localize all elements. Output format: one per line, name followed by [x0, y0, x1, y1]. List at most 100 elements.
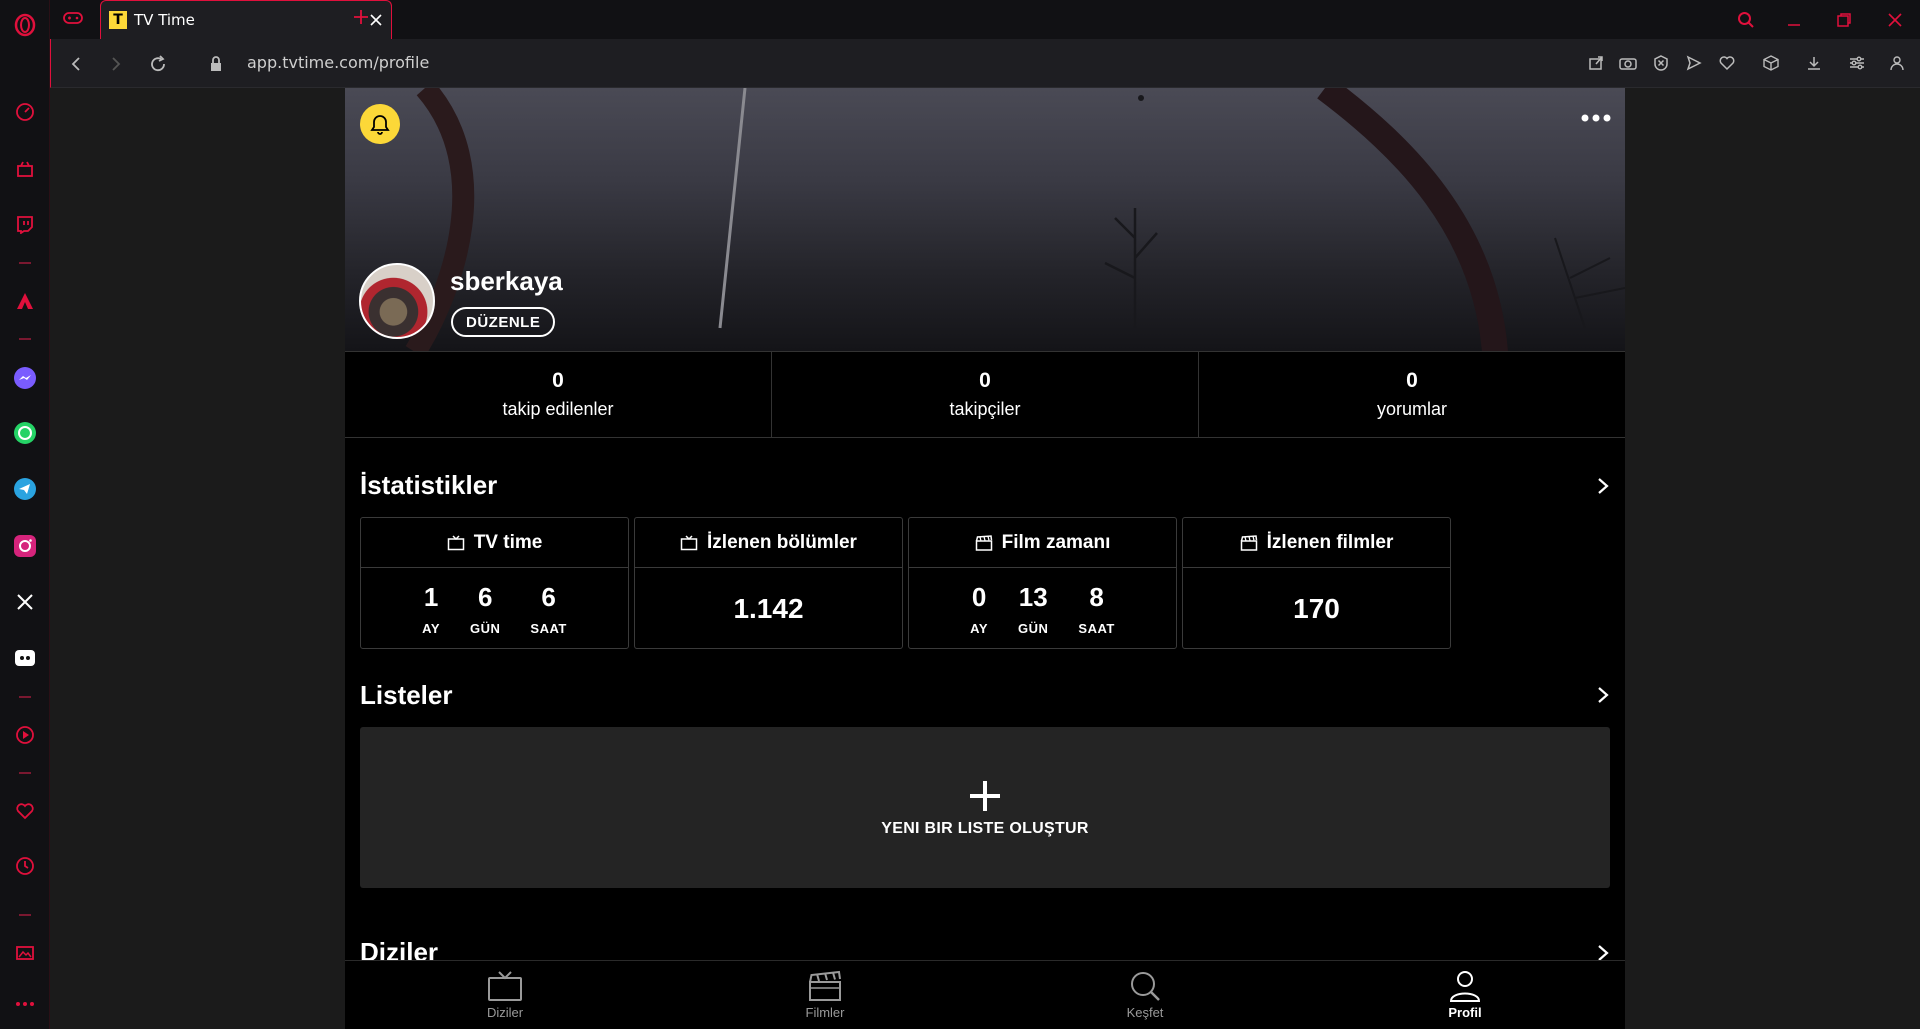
months-label: AY [422, 620, 441, 636]
count-label: takipçiler [949, 399, 1021, 419]
search-tabs-icon[interactable] [1732, 6, 1760, 34]
hours-value: 6 [541, 581, 556, 612]
tv-icon [488, 971, 522, 1001]
nav-profile[interactable]: Profil [1305, 961, 1625, 1029]
instagram-icon[interactable] [12, 533, 38, 559]
nav-label: Filmler [805, 1005, 845, 1020]
easy-setup-icon[interactable] [1845, 51, 1869, 75]
days-label: GÜN [1018, 620, 1049, 636]
more-icon[interactable] [12, 991, 38, 1017]
opera-logo-icon[interactable] [12, 12, 38, 38]
address-bar: app.tvtime.com/profile [50, 39, 1920, 88]
tab-title: TV Time [134, 11, 195, 29]
url-field[interactable]: app.tvtime.com/profile [247, 53, 429, 72]
plus-icon [970, 780, 1000, 811]
comments-count[interactable]: 0 yorumlar [1199, 352, 1625, 437]
tvtime-app: sberkaya DÜZENLE 0 takip edilenler 0 tak… [345, 88, 1625, 1029]
nav-shows[interactable]: Diziler [345, 961, 665, 1029]
heart-icon[interactable] [12, 798, 38, 824]
count-label: yorumlar [1376, 399, 1447, 419]
more-options-icon[interactable] [1579, 108, 1613, 128]
nav-label: Keşfet [1126, 1005, 1164, 1020]
close-window-icon[interactable] [1881, 6, 1909, 34]
stats-chevron-right-icon[interactable] [1593, 476, 1613, 496]
nav-label: Diziler [486, 1005, 524, 1020]
hours-value: 8 [1089, 581, 1104, 612]
notifications-bell-icon[interactable] [360, 104, 400, 144]
adblock-icon[interactable] [1649, 51, 1673, 75]
stat-card-title: Film zamanı [1001, 531, 1111, 553]
camera-icon[interactable] [1616, 51, 1640, 75]
aria-icon[interactable] [12, 288, 38, 314]
account-icon[interactable] [1885, 51, 1909, 75]
telegram-icon[interactable] [12, 476, 38, 502]
back-icon[interactable] [63, 51, 89, 77]
browser-sidebar [0, 0, 50, 1029]
count-label: takip edilenler [502, 399, 614, 419]
stat-card-body: 170 [1183, 568, 1450, 649]
nav-label: Profil [1448, 1005, 1482, 1020]
lock-icon[interactable] [203, 51, 229, 77]
days-value: 6 [477, 581, 493, 612]
bookmark-heart-icon[interactable] [1715, 51, 1739, 75]
stat-card-title: İzlenen filmler [1266, 531, 1394, 553]
speed-dial-icon[interactable] [12, 99, 38, 125]
lists-chevron-right-icon[interactable] [1593, 685, 1613, 705]
films-value: 170 [1293, 592, 1340, 624]
clapperboard-icon [1240, 534, 1257, 551]
months-value: 0 [971, 581, 987, 612]
gallery-icon[interactable] [12, 940, 38, 966]
minimize-icon[interactable] [1780, 6, 1808, 34]
new-tab-icon[interactable] [353, 9, 373, 29]
create-new-list-button[interactable]: YENI BIR LISTE OLUŞTUR [360, 727, 1610, 888]
episodes-value: 1.142 [733, 592, 804, 624]
messenger-icon[interactable] [12, 365, 38, 391]
stat-card-body: 1.142 [635, 568, 902, 649]
send-icon[interactable] [1682, 51, 1706, 75]
lists-section-title[interactable]: Listeler [360, 680, 453, 711]
days-label: GÜN [470, 620, 501, 636]
forward-icon[interactable] [103, 51, 129, 77]
following-count[interactable]: 0 takip edilenler [345, 352, 772, 437]
share-icon[interactable] [1584, 51, 1608, 75]
days-value: 13 [1018, 581, 1048, 612]
clapperboard-icon [809, 970, 841, 1001]
discord-icon[interactable] [12, 645, 38, 671]
count-value: 0 [979, 369, 991, 392]
stat-card-episodes[interactable]: İzlenen bölümler 1.142 [634, 517, 903, 649]
stat-card-tv-time[interactable]: TV time 1 AY 6 GÜN 6 SAAT [360, 517, 629, 649]
tv-icon [680, 534, 698, 550]
stats-section-title[interactable]: İstatistikler [360, 470, 497, 501]
user-icon [1449, 971, 1481, 1002]
avatar[interactable] [359, 263, 435, 339]
stat-card-films[interactable]: İzlenen filmler 170 [1182, 517, 1451, 649]
download-icon[interactable] [1802, 51, 1826, 75]
player-icon[interactable] [12, 722, 38, 748]
months-label: AY [970, 620, 989, 636]
tab-bar: T TV Time [50, 0, 1920, 39]
clapperboard-icon [975, 534, 992, 551]
profile-cover: sberkaya DÜZENLE [345, 88, 1625, 352]
stat-card-film-time[interactable]: Film zamanı 0 AY 13 GÜN 8 SAAT [908, 517, 1177, 649]
hours-label: SAAT [1078, 620, 1115, 636]
stat-card-header: Film zamanı [909, 518, 1176, 568]
edit-profile-button[interactable]: DÜZENLE [451, 307, 556, 337]
stat-card-title: TV time [473, 531, 543, 553]
nav-films[interactable]: Filmler [665, 961, 985, 1029]
twitch-icon[interactable] [12, 211, 38, 237]
reload-icon[interactable] [145, 51, 171, 77]
shop-icon[interactable] [12, 156, 38, 182]
profile-counts: 0 takip edilenler 0 takipçiler 0 yorumla… [345, 352, 1625, 438]
nav-discover[interactable]: Keşfet [985, 961, 1305, 1029]
count-value: 0 [552, 369, 564, 392]
history-icon[interactable] [12, 853, 38, 879]
extensions-icon[interactable] [1759, 51, 1783, 75]
tab-tvtime[interactable]: T TV Time [100, 0, 392, 39]
restore-icon[interactable] [1830, 6, 1858, 34]
count-value: 0 [1406, 369, 1418, 392]
followers-count[interactable]: 0 takipçiler [772, 352, 1199, 437]
whatsapp-icon[interactable] [12, 420, 38, 446]
stat-card-header: TV time [361, 518, 628, 568]
gamepad-icon[interactable] [62, 9, 86, 29]
x-icon[interactable] [12, 589, 38, 615]
